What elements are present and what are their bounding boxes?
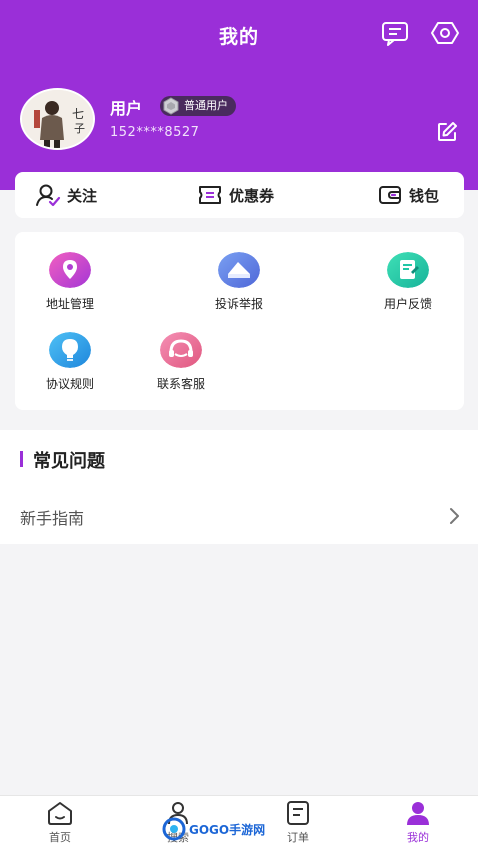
coupon-label: 优惠券 bbox=[229, 186, 275, 205]
services-panel: 地址管理 投诉举报 用户反馈 协议规则 联系客服 bbox=[15, 232, 464, 410]
settings-icon[interactable] bbox=[430, 20, 460, 46]
avatar[interactable]: 七 子 bbox=[20, 88, 95, 150]
svg-text:七: 七 bbox=[72, 107, 84, 121]
agreement-icon bbox=[49, 332, 91, 368]
coupon-icon bbox=[199, 186, 221, 204]
faq-title: 常见问题 bbox=[33, 451, 105, 472]
avatar-image: 七 子 bbox=[22, 90, 93, 148]
tab-orders-label: 订单 bbox=[287, 831, 309, 844]
order-icon bbox=[287, 801, 309, 825]
wallet-label: 钱包 bbox=[409, 186, 440, 205]
member-badge: 普通用户 bbox=[160, 96, 236, 116]
service-feedback-label: 用户反馈 bbox=[383, 297, 432, 311]
wallet-icon bbox=[379, 186, 401, 204]
wallet-button[interactable]: 钱包 bbox=[377, 172, 439, 218]
follow-label: 关注 bbox=[67, 186, 98, 205]
faq-section: 常见问题 新手指南 bbox=[0, 430, 478, 544]
watermark-logo-icon bbox=[162, 817, 186, 841]
headset-icon bbox=[160, 332, 202, 368]
message-icon[interactable] bbox=[380, 20, 410, 46]
coupon-button[interactable]: 优惠券 bbox=[197, 172, 274, 218]
home-icon bbox=[48, 802, 72, 825]
feedback-icon bbox=[387, 252, 429, 288]
member-badge-label: 普通用户 bbox=[184, 99, 228, 112]
edit-profile-icon[interactable] bbox=[436, 121, 458, 143]
quick-actions-bar: 关注 优惠券 钱包 bbox=[15, 172, 464, 218]
follow-user-icon bbox=[36, 184, 61, 207]
watermark: GOGO手游网 bbox=[162, 816, 265, 842]
watermark-text: GOGO手游网 bbox=[189, 822, 266, 837]
faq-accent-bar bbox=[20, 451, 23, 467]
tab-home-label: 首页 bbox=[49, 831, 71, 844]
service-customer-service[interactable]: 联系客服 bbox=[126, 332, 236, 392]
service-agreement-label: 协议规则 bbox=[45, 377, 94, 391]
complaint-icon bbox=[218, 252, 260, 288]
service-customer-service-label: 联系客服 bbox=[156, 377, 205, 391]
service-complaint-label: 投诉举报 bbox=[214, 297, 263, 311]
chevron-right-icon bbox=[450, 508, 459, 524]
profile-icon bbox=[407, 802, 429, 825]
tab-orders[interactable]: 订单 bbox=[258, 800, 338, 845]
user-name: 用户 bbox=[110, 99, 143, 118]
tab-mine-label: 我的 bbox=[407, 831, 429, 844]
location-pin-icon bbox=[49, 252, 91, 288]
service-complaint[interactable]: 投诉举报 bbox=[184, 252, 294, 312]
tab-home[interactable]: 首页 bbox=[20, 800, 100, 845]
svg-text:子: 子 bbox=[74, 122, 85, 135]
service-address[interactable]: 地址管理 bbox=[15, 252, 125, 312]
profile-header: 我的 七 子 用户 普通用户 152****8527 bbox=[0, 0, 478, 190]
member-level-icon bbox=[163, 97, 179, 115]
follow-button[interactable]: 关注 bbox=[35, 172, 97, 218]
tab-mine[interactable]: 我的 bbox=[378, 800, 458, 845]
service-feedback[interactable]: 用户反馈 bbox=[353, 252, 463, 312]
service-address-label: 地址管理 bbox=[45, 297, 94, 311]
faq-row-label: 新手指南 bbox=[20, 509, 85, 528]
service-agreement[interactable]: 协议规则 bbox=[15, 332, 125, 392]
faq-row-beginner-guide[interactable]: 新手指南 bbox=[0, 492, 478, 542]
phone-number: 152****8527 bbox=[110, 125, 200, 140]
